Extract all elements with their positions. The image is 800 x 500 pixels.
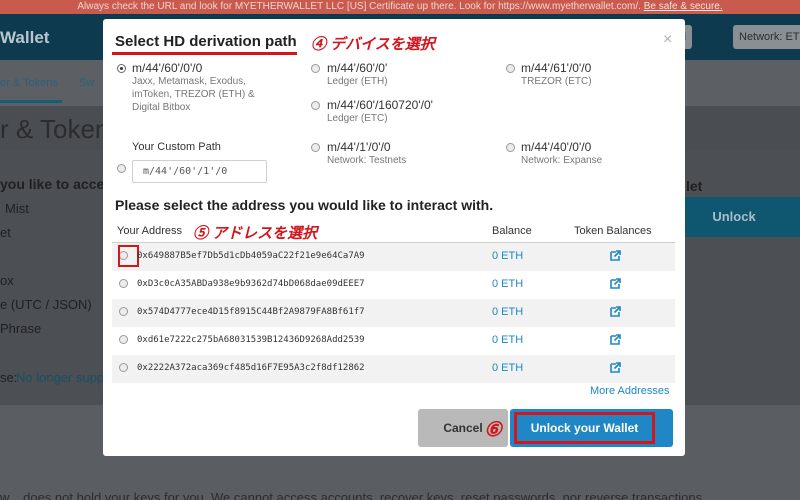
path-desc: Network: Expanse (521, 155, 603, 166)
warning-text: Always check the URL and look for MYETHE… (77, 1, 641, 12)
path-value: m/44'/1'/0'/0 (327, 140, 391, 154)
path-option-1[interactable]: m/44'/60'/0'/0 Jaxx, Metamask, Exodus, i… (132, 61, 255, 114)
column-address: Your Address (117, 225, 183, 237)
path-option-6[interactable]: m/44'/40'/0'/0 Network: Expanse (521, 140, 602, 167)
address-value: 0xD3c0cA35ABDa938e9b9362d74bD068dae09dEE… (137, 279, 365, 289)
close-icon[interactable]: × (663, 31, 672, 49)
access-question: you like to acce (0, 176, 105, 192)
path-radio-3[interactable] (506, 64, 515, 73)
balance-value: 0 ETH (492, 334, 524, 346)
address-radio[interactable] (119, 363, 128, 372)
note-prefix: se: (0, 370, 18, 385)
address-radio[interactable] (119, 279, 128, 288)
path-radio-6[interactable] (506, 143, 515, 152)
path-option-5[interactable]: m/44'/1'/0'/0 Network: Testnets (327, 140, 406, 167)
unlock-panel-title: let (686, 178, 703, 194)
more-addresses-link[interactable]: More Addresses (590, 385, 669, 397)
highlight-box (118, 245, 139, 267)
column-token-balances: Token Balances (574, 225, 652, 237)
path-radio-4[interactable] (311, 101, 320, 110)
address-row[interactable]: 0xD3c0cA35ABDa938e9b9362d74bD068dae09dEE… (112, 271, 675, 299)
address-value: 0x649887B5ef7Db5d1cDb4059aC22f21e9e64Ca7… (137, 251, 365, 261)
annotation-select-address: ⑤ アドレスを選択 (193, 225, 318, 242)
page-title: r & Token (0, 114, 110, 144)
path-desc: TREZOR (ETC) (521, 76, 592, 87)
path-desc: imToken, TREZOR (ETH) & (132, 89, 255, 100)
hd-derivation-modal: × Select HD derivation path ④ デバイスを選択 m/… (103, 19, 685, 456)
external-link-icon[interactable] (609, 333, 622, 346)
address-row[interactable]: 0x574D4777ece4D15f8915C44Bf2A9879FA8Bf61… (112, 299, 675, 327)
path-value: m/44'/61'/0'/0 (521, 61, 592, 75)
path-value: m/44'/40'/0'/0 (521, 140, 592, 154)
option-mist[interactable]: Mist (5, 201, 29, 216)
path-value: m/44'/60'/0' (327, 61, 388, 75)
note-link[interactable]: No longer supp (16, 370, 104, 385)
address-value: 0x574D4777ece4D15f8915C44Bf2A9879FA8Bf61… (137, 307, 365, 317)
option-mnemonic[interactable]: Phrase (0, 321, 41, 336)
custom-path-label: Your Custom Path (132, 141, 221, 153)
path-option-3[interactable]: m/44'/61'/0'/0 TREZOR (ETC) (521, 61, 592, 88)
balance-value: 0 ETH (492, 362, 524, 374)
address-section-title: Please select the address you would like… (115, 197, 494, 213)
balance-value: 0 ETH (492, 278, 524, 290)
path-radio-1[interactable] (117, 64, 126, 73)
path-desc: Network: Testnets (327, 155, 407, 166)
path-radio-2[interactable] (311, 64, 320, 73)
custom-path-input[interactable]: m/44'/60'/1'/0 (132, 160, 267, 183)
external-link-icon[interactable] (609, 277, 622, 290)
nav-tab-swap[interactable]: Sw (79, 77, 94, 89)
path-option-2[interactable]: m/44'/60'/0' Ledger (ETH) (327, 61, 388, 88)
background-unlock-button[interactable]: Unlock (668, 197, 800, 237)
address-radio[interactable] (119, 307, 128, 316)
active-tab-indicator (0, 100, 62, 103)
modal-title: Select HD derivation path (115, 33, 297, 50)
unlock-wallet-button[interactable]: Unlock your Wallet (510, 409, 673, 447)
footer-disclaimer: w... does not hold your keys for you. We… (0, 490, 703, 500)
balance-value: 0 ETH (492, 250, 524, 262)
path-desc: Jaxx, Metamask, Exodus, (132, 76, 246, 87)
column-balance: Balance (492, 225, 532, 237)
address-radio[interactable] (119, 335, 128, 344)
address-row[interactable]: 0x2222A372aca369cf485d16F7E95A3c2f8df128… (112, 355, 675, 383)
external-link-icon[interactable] (609, 305, 622, 318)
address-row[interactable]: 0x649887B5ef7Db5d1cDb4059aC22f21e9e64Ca7… (112, 243, 675, 271)
path-desc: Digital Bitbox (132, 102, 191, 113)
title-red-underline (112, 52, 297, 55)
network-dropdown[interactable]: Network: ET (733, 25, 800, 49)
safety-link[interactable]: Be safe & secure. (644, 1, 723, 12)
address-value: 0x2222A372aca369cf485d16F7E95A3c2f8df128… (137, 363, 365, 373)
annotation-select-device: ④ デバイスを選択 (311, 36, 435, 53)
balance-value: 0 ETH (492, 306, 524, 318)
path-radio-5[interactable] (311, 143, 320, 152)
external-link-icon[interactable] (609, 249, 622, 262)
address-row[interactable]: 0xd61e7222c275bA68031539B12436D9268Add25… (112, 327, 675, 355)
path-value: m/44'/60'/160720'/0' (327, 98, 433, 112)
external-link-icon[interactable] (609, 361, 622, 374)
nav-tab-tokens[interactable]: er & Tokens (0, 77, 58, 89)
option-ledger[interactable]: et (0, 225, 11, 240)
address-value: 0xd61e7222c275bA68031539B12436D9268Add25… (137, 335, 365, 345)
app-logo: Wallet (0, 28, 50, 47)
path-desc: Ledger (ETH) (327, 76, 388, 87)
custom-path-radio[interactable] (117, 164, 126, 173)
path-value: m/44'/60'/0'/0 (132, 61, 203, 75)
annotation-unlock: ⑥ (484, 419, 502, 441)
path-option-4[interactable]: m/44'/60'/160720'/0' Ledger (ETC) (327, 98, 433, 125)
option-metamask[interactable]: ox (0, 273, 14, 288)
security-warning-bar: Always check the URL and look for MYETHE… (0, 0, 800, 14)
unlock-wallet-label: Unlock your Wallet (514, 412, 655, 444)
option-keystore[interactable]: e (UTC / JSON) (0, 297, 92, 312)
path-desc: Ledger (ETC) (327, 113, 388, 124)
